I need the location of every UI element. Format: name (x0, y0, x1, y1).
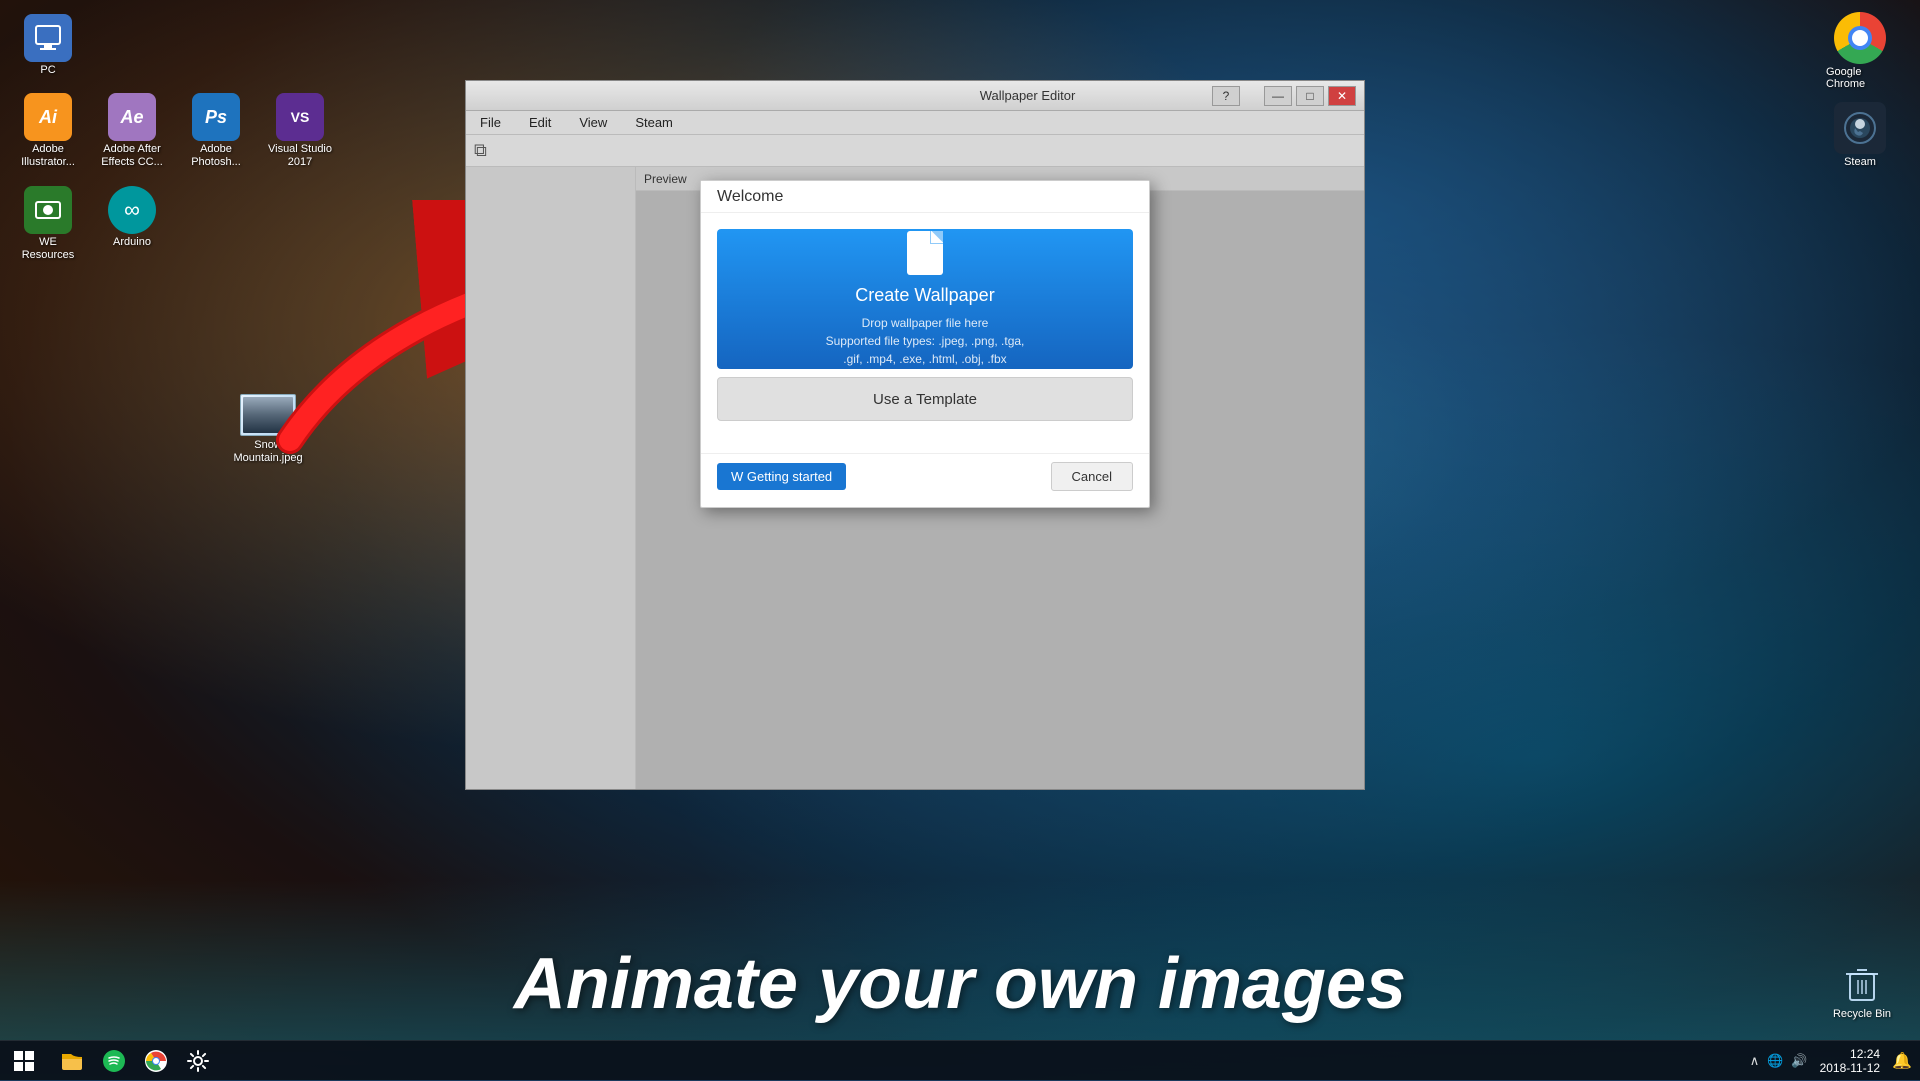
taskbar-chrome[interactable] (136, 1041, 176, 1081)
preview-tab-label: Preview (644, 172, 687, 186)
desktop-icon-aftereffects[interactable]: Ae Adobe After Effects CC... (94, 89, 170, 173)
tray-icons: ∧ 🌐 🔊 (1750, 1053, 1808, 1069)
help-button[interactable]: ? (1212, 86, 1240, 106)
create-wallpaper-button[interactable]: Create Wallpaper Drop wallpaper file her… (717, 229, 1133, 369)
create-wallpaper-subtitle1: Drop wallpaper file here (862, 314, 989, 332)
create-wallpaper-title: Create Wallpaper (855, 285, 994, 306)
chrome-label: Google Chrome (1826, 66, 1894, 90)
menu-file[interactable]: File (474, 113, 507, 132)
recycle-bin-symbol (1836, 956, 1888, 1008)
taskbar: ∧ 🌐 🔊 12:24 2018-11-12 🔔 (0, 1040, 1920, 1080)
tray-volume[interactable]: 🔊 (1791, 1053, 1807, 1069)
tray-icons-area: Google Chrome Steam (1800, 0, 1920, 200)
maximize-button[interactable]: □ (1296, 86, 1324, 106)
notification-bell[interactable]: 🔔 (1892, 1051, 1912, 1071)
editor-menubar: File Edit View Steam (466, 111, 1364, 135)
editor-title-controls: ? — □ ✕ (1212, 86, 1356, 106)
create-wallpaper-subtitle3: .gif, .mp4, .exe, .html, .obj, .fbx (843, 350, 1006, 368)
welcome-dialog: Welcome Create Wallpaper Drop wallpaper … (700, 180, 1150, 508)
editor-title: Wallpaper Editor (843, 88, 1212, 103)
use-template-button[interactable]: Use a Template (717, 377, 1133, 421)
cancel-button[interactable]: Cancel (1051, 462, 1133, 491)
illustrator-label: Adobe Illustrator... (14, 143, 82, 169)
menu-edit[interactable]: Edit (523, 113, 557, 132)
cancel-label: Cancel (1072, 469, 1112, 484)
file-thumbnail (240, 394, 296, 436)
dialog-titlebar: Welcome (701, 181, 1149, 213)
recycle-bin-label: Recycle Bin (1833, 1008, 1891, 1021)
taskbar-clock[interactable]: 12:24 2018-11-12 (1812, 1047, 1889, 1075)
menu-view[interactable]: View (573, 113, 613, 132)
desktop-icons-area: PC Ai Adobe Illustrator... Ae Adobe Afte… (10, 10, 338, 266)
editor-sidebar (466, 167, 636, 789)
editor-toolbar: ⧉ (466, 135, 1364, 167)
tray-up-arrow[interactable]: ∧ (1750, 1053, 1760, 1069)
tray-network[interactable]: 🌐 (1767, 1053, 1783, 1069)
desktop-icon-weresources[interactable]: WE Resources (10, 182, 86, 266)
editor-titlebar: Wallpaper Editor ? — □ ✕ (466, 81, 1364, 111)
create-wallpaper-subtitle2: Supported file types: .jpeg, .png, .tga, (826, 332, 1025, 350)
dialog-footer: W Getting started Cancel (701, 453, 1149, 507)
date-display: 2018-11-12 (1820, 1061, 1881, 1075)
tray-chrome-icon[interactable]: Google Chrome (1822, 8, 1898, 94)
taskbar-right: ∧ 🌐 🔊 12:24 2018-11-12 🔔 (1750, 1047, 1920, 1075)
pc-icon-label: PC (40, 64, 55, 77)
file-icon (907, 231, 943, 275)
dialog-title: Welcome (717, 188, 783, 206)
windows-logo (14, 1051, 34, 1071)
vs-label: Visual Studio 2017 (266, 143, 334, 169)
toolbar-icon[interactable]: ⧉ (474, 140, 487, 161)
steam-label: Steam (1844, 156, 1876, 168)
aftereffects-label: Adobe After Effects CC... (98, 143, 166, 169)
tray-steam-icon[interactable]: Steam (1822, 98, 1898, 172)
close-button[interactable]: ✕ (1328, 86, 1356, 106)
menu-steam[interactable]: Steam (629, 113, 679, 132)
start-button[interactable] (0, 1041, 48, 1081)
getting-started-button[interactable]: W Getting started (717, 463, 846, 490)
use-template-label: Use a Template (873, 391, 977, 408)
dialog-body: Create Wallpaper Drop wallpaper file her… (701, 213, 1149, 449)
desktop-file-snow-mountain[interactable]: Snow Mountain.jpeg (230, 390, 306, 469)
weresources-label: WE Resources (14, 236, 82, 262)
taskbar-spotify[interactable] (94, 1041, 134, 1081)
desktop-icon-pc[interactable]: PC (10, 10, 86, 81)
desktop-icon-arduino[interactable]: ∞ Arduino (94, 182, 170, 266)
photoshop-label: Adobe Photosh... (182, 143, 250, 169)
taskbar-settings[interactable] (178, 1041, 218, 1081)
desktop-icon-photoshop[interactable]: Ps Adobe Photosh... (178, 89, 254, 173)
time-display: 12:24 (1820, 1047, 1881, 1061)
getting-started-label: W Getting started (731, 469, 832, 484)
desktop-icon-vs[interactable]: VS Visual Studio 2017 (262, 89, 338, 173)
taskbar-pinned-icons (48, 1041, 222, 1081)
file-label: Snow Mountain.jpeg (233, 439, 302, 465)
minimize-button[interactable]: — (1264, 86, 1292, 106)
taskbar-file-explorer[interactable] (52, 1041, 92, 1081)
recycle-bin-icon[interactable]: Recycle Bin (1824, 952, 1900, 1025)
arduino-label: Arduino (113, 236, 151, 249)
desktop-icon-illustrator[interactable]: Ai Adobe Illustrator... (10, 89, 86, 173)
